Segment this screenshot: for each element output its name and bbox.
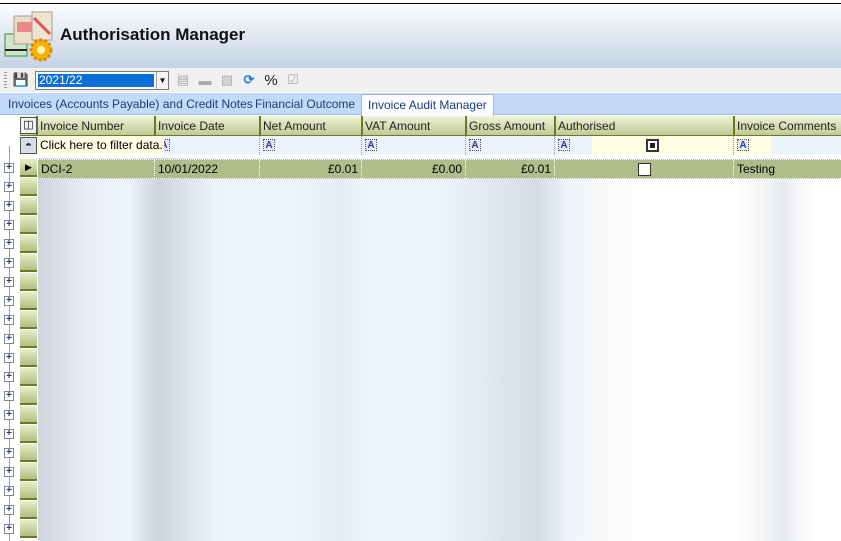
row-selector[interactable] <box>20 425 37 443</box>
filter-operator-icon[interactable]: A <box>365 139 377 151</box>
filter-operator-icon[interactable]: A <box>558 139 570 151</box>
filter-operator-icon[interactable]: A <box>469 139 481 151</box>
app-title: Authorisation Manager <box>60 25 246 44</box>
invoice-grid: Invoice Number Invoice Date Net Amount V… <box>0 116 841 541</box>
expand-row-icon[interactable]: + <box>4 372 14 382</box>
column-header-invoice-number[interactable]: Invoice Number <box>36 116 154 135</box>
filter-operator-icon[interactable]: A <box>263 139 275 151</box>
row-selector[interactable] <box>20 520 37 538</box>
cell-invoice-number[interactable]: DCI-2 <box>38 160 154 178</box>
refresh-icon[interactable]: ⟳ <box>241 72 257 88</box>
row-selector[interactable] <box>20 235 37 253</box>
expand-row-icon[interactable]: + <box>4 524 14 534</box>
row-selector[interactable] <box>20 330 37 348</box>
column-header-invoice-comments[interactable]: Invoice Comments <box>733 116 841 135</box>
expand-row-icon[interactable]: + <box>4 429 14 439</box>
expand-row-icon[interactable]: + <box>4 258 14 268</box>
expand-row-icon[interactable]: + <box>4 505 14 515</box>
expand-row-icon[interactable]: + <box>4 391 14 401</box>
row-selector[interactable] <box>20 178 37 196</box>
row-selector[interactable] <box>20 254 37 272</box>
column-header-net-amount[interactable]: Net Amount <box>259 116 361 135</box>
save-icon[interactable]: 💾 <box>13 72 29 88</box>
expand-row-icon[interactable]: + <box>4 277 14 287</box>
year-value: 2021/22 <box>38 73 154 87</box>
eraser-icon[interactable]: ▬ <box>197 72 213 88</box>
toolbar: 💾 2021/22 ▼ ▤ ▬ ▧ ⟳ % ☑ <box>0 68 841 92</box>
cell-gross-amount[interactable]: £0.01 <box>465 160 554 178</box>
expand-row-icon[interactable]: + <box>4 220 14 230</box>
row-selector[interactable] <box>20 444 37 462</box>
cell-invoice-date[interactable]: 10/01/2022 <box>154 160 259 178</box>
row-selector[interactable] <box>20 216 37 234</box>
grid-body <box>38 158 841 541</box>
expand-row-icon[interactable]: + <box>4 201 14 211</box>
app-header: Authorisation Manager <box>0 5 841 68</box>
authorisation-logo-icon <box>4 11 53 62</box>
column-header-vat-amount[interactable]: VAT Amount <box>361 116 465 135</box>
row-selector[interactable] <box>20 368 37 386</box>
year-select[interactable]: 2021/22 ▼ <box>35 70 169 90</box>
expand-row-icon[interactable]: + <box>4 296 14 306</box>
expand-row-icon[interactable]: + <box>4 467 14 477</box>
cell-invoice-comments[interactable]: Testing <box>733 160 841 178</box>
column-chooser-icon[interactable]: ◫ <box>20 117 37 134</box>
filter-input[interactable]: Click here to filter data... <box>38 136 164 155</box>
authorised-checkbox[interactable] <box>638 163 651 176</box>
table-row[interactable]: DCI-2 10/01/2022 £0.01 £0.00 £0.01 Testi… <box>38 159 841 179</box>
percent-icon[interactable]: % <box>263 72 279 89</box>
report-icon[interactable]: ▧ <box>219 72 235 88</box>
row-selector[interactable] <box>20 311 37 329</box>
expand-row-icon[interactable]: + <box>4 163 14 173</box>
column-header-invoice-date[interactable]: Invoice Date <box>154 116 259 135</box>
window-border <box>0 3 841 4</box>
row-selector-current[interactable]: ▶ <box>20 159 37 177</box>
tab-financial-outcome[interactable]: Financial Outcome <box>255 97 355 111</box>
expand-row-icon[interactable]: + <box>4 315 14 325</box>
expand-row-icon[interactable]: + <box>4 334 14 344</box>
cell-vat-amount[interactable]: £0.00 <box>361 160 465 178</box>
grid-header: Invoice Number Invoice Date Net Amount V… <box>20 116 841 136</box>
expand-row-icon[interactable]: + <box>4 410 14 420</box>
filter-row: A A A A A A Click here to filter data... <box>38 136 841 155</box>
authorised-filter-checkbox[interactable] <box>646 139 659 152</box>
expand-row-icon[interactable]: + <box>4 448 14 458</box>
filter-operator-icon[interactable]: A <box>737 139 749 151</box>
document-icon[interactable]: ▤ <box>175 72 191 88</box>
chevron-down-icon[interactable]: ▼ <box>156 71 168 89</box>
column-header-gross-amount[interactable]: Gross Amount <box>465 116 554 135</box>
expand-row-icon[interactable]: + <box>4 239 14 249</box>
filter-clear-icon[interactable]: ◓ <box>20 137 37 154</box>
clipboard-icon[interactable]: ☑ <box>285 72 301 88</box>
row-selector[interactable] <box>20 273 37 291</box>
row-selector[interactable] <box>20 387 37 405</box>
tab-bar: Invoices (Accounts Payable) and Credit N… <box>0 93 841 116</box>
expand-row-icon[interactable]: + <box>4 486 14 496</box>
row-selector[interactable] <box>20 463 37 481</box>
column-header-authorised[interactable]: Authorised <box>554 116 733 135</box>
row-selector[interactable] <box>20 406 37 424</box>
toolbar-grip[interactable] <box>4 72 7 88</box>
cell-net-amount[interactable]: £0.01 <box>259 160 361 178</box>
tab-invoice-audit-manager[interactable]: Invoice Audit Manager <box>361 94 494 116</box>
row-selector[interactable] <box>20 197 37 215</box>
row-selector[interactable] <box>20 292 37 310</box>
row-selector[interactable] <box>20 482 37 500</box>
tab-invoices-credit-notes[interactable]: Invoices (Accounts Payable) and Credit N… <box>8 97 253 111</box>
expand-row-icon[interactable]: + <box>4 353 14 363</box>
row-selector[interactable] <box>20 501 37 519</box>
cell-authorised[interactable] <box>554 160 733 178</box>
row-selector[interactable] <box>20 349 37 367</box>
current-row-arrow-icon: ▶ <box>25 162 32 172</box>
expand-row-icon[interactable]: + <box>4 182 14 192</box>
